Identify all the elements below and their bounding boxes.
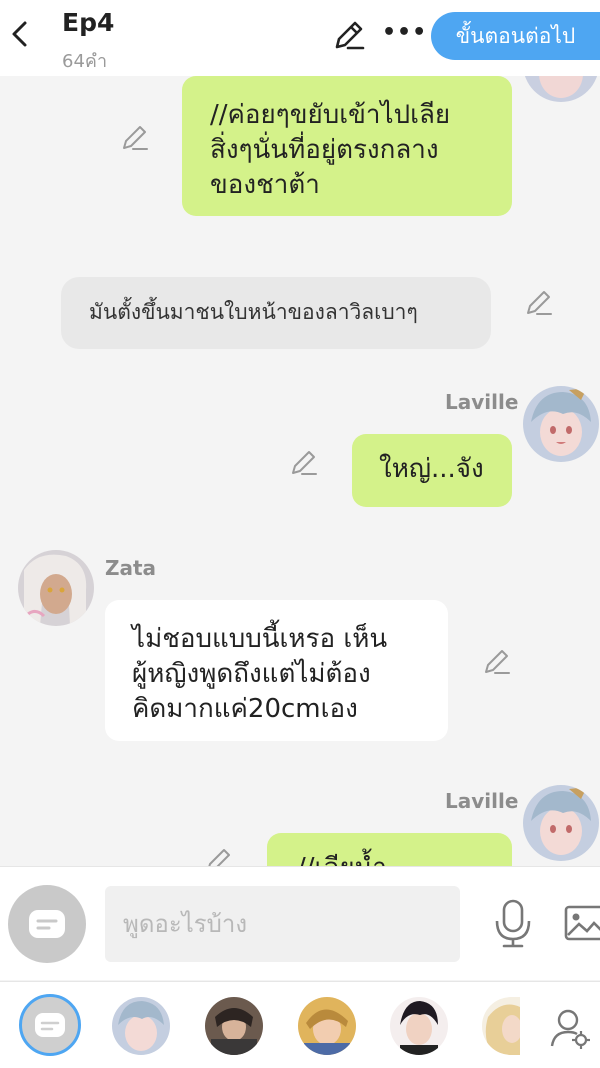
pencil-icon xyxy=(527,291,552,315)
edit-message-button[interactable] xyxy=(120,123,150,153)
pencil-icon xyxy=(335,21,365,50)
ellipsis-icon: ••• xyxy=(382,20,428,45)
speaker-name: Laville xyxy=(445,390,519,414)
message-line: สิ่งๆนั่นที่อยู่ตรงกลาง xyxy=(210,135,439,165)
message-input[interactable] xyxy=(105,886,460,962)
speaker-name: Zata xyxy=(105,556,157,580)
back-button[interactable] xyxy=(6,14,32,54)
pencil-icon xyxy=(123,126,148,150)
message-bubble[interactable]: ใหญ่...จัง xyxy=(352,434,512,507)
message-text: ใหญ่...จัง xyxy=(379,454,484,484)
input-bar xyxy=(0,866,600,980)
next-step-button[interactable]: ขั้นตอนต่อไป xyxy=(431,12,600,60)
character-avatar[interactable] xyxy=(390,997,448,1055)
character-avatar[interactable] xyxy=(205,997,263,1055)
more-options-button[interactable]: ••• xyxy=(382,16,426,50)
character-narrator[interactable] xyxy=(19,994,81,1056)
message-text: //เลียน้ำ xyxy=(297,853,387,866)
avatar-zata[interactable] xyxy=(18,550,94,626)
edit-title-button[interactable] xyxy=(332,18,366,52)
image-icon xyxy=(564,905,600,941)
character-avatar[interactable] xyxy=(482,997,520,1055)
pencil-icon xyxy=(485,650,510,674)
user-settings-icon xyxy=(550,1009,590,1049)
microphone-icon xyxy=(495,899,531,948)
avatar-laville xyxy=(523,76,599,102)
edit-message-button[interactable] xyxy=(204,846,234,866)
chat-bubble-icon xyxy=(35,1013,65,1037)
message-bubble[interactable]: ไม่ชอบแบบนี้เหรอ เห็น ผู้หญิงพูดถึงแต่ไม… xyxy=(105,600,448,741)
message-line: คิดมากแค่20cmเอง xyxy=(132,694,358,724)
message-line: ผู้หญิงพูดถึงแต่ไม่ต้อง xyxy=(132,659,371,689)
manage-characters-button[interactable] xyxy=(548,1006,592,1050)
microphone-button[interactable] xyxy=(493,899,533,949)
system-message-bubble[interactable]: มันตั้งขึ้นมาชนใบหน้าของลาวิลเบาๆ xyxy=(61,277,491,349)
edit-message-button[interactable] xyxy=(289,448,319,478)
avatar-laville[interactable] xyxy=(523,785,599,861)
message-line: ไม่ชอบแบบนี้เหรอ เห็น xyxy=(132,624,388,654)
chat-editor-screen: Ep4 64คำ ••• ขั้นตอนต่อไป //ค่อยๆขยับเข้… xyxy=(0,0,600,1068)
speaker-name: Laville xyxy=(445,789,519,813)
message-line: //ค่อยๆขยับเข้าไปเลีย xyxy=(210,100,451,130)
avatar-laville[interactable] xyxy=(523,386,599,462)
word-count: 64คำ xyxy=(62,51,108,72)
edit-message-button[interactable] xyxy=(524,288,554,318)
image-button[interactable] xyxy=(564,903,600,943)
chat-bubble-icon xyxy=(29,910,65,938)
header: Ep4 64คำ ••• ขั้นตอนต่อไป xyxy=(0,0,600,76)
pencil-icon xyxy=(208,849,230,866)
message-text: มันตั้งขึ้นมาชนใบหน้าของลาวิลเบาๆ xyxy=(89,300,418,324)
character-selector xyxy=(0,981,600,1068)
narration-bubble[interactable]: //ค่อยๆขยับเข้าไปเลีย สิ่งๆนั่นที่อยู่ตร… xyxy=(182,76,512,216)
chevron-left-icon xyxy=(12,21,27,47)
narration-mode-button[interactable] xyxy=(8,885,86,963)
message-line: ของชาต้า xyxy=(210,170,320,200)
character-laville[interactable] xyxy=(112,997,170,1055)
message-bubble[interactable]: //เลียน้ำ xyxy=(267,833,512,866)
episode-title: Ep4 xyxy=(62,8,115,37)
pencil-icon xyxy=(292,451,317,475)
character-avatar[interactable] xyxy=(298,997,356,1055)
edit-message-button[interactable] xyxy=(482,647,512,677)
chat-area[interactable]: //ค่อยๆขยับเข้าไปเลีย สิ่งๆนั่นที่อยู่ตร… xyxy=(0,76,600,866)
